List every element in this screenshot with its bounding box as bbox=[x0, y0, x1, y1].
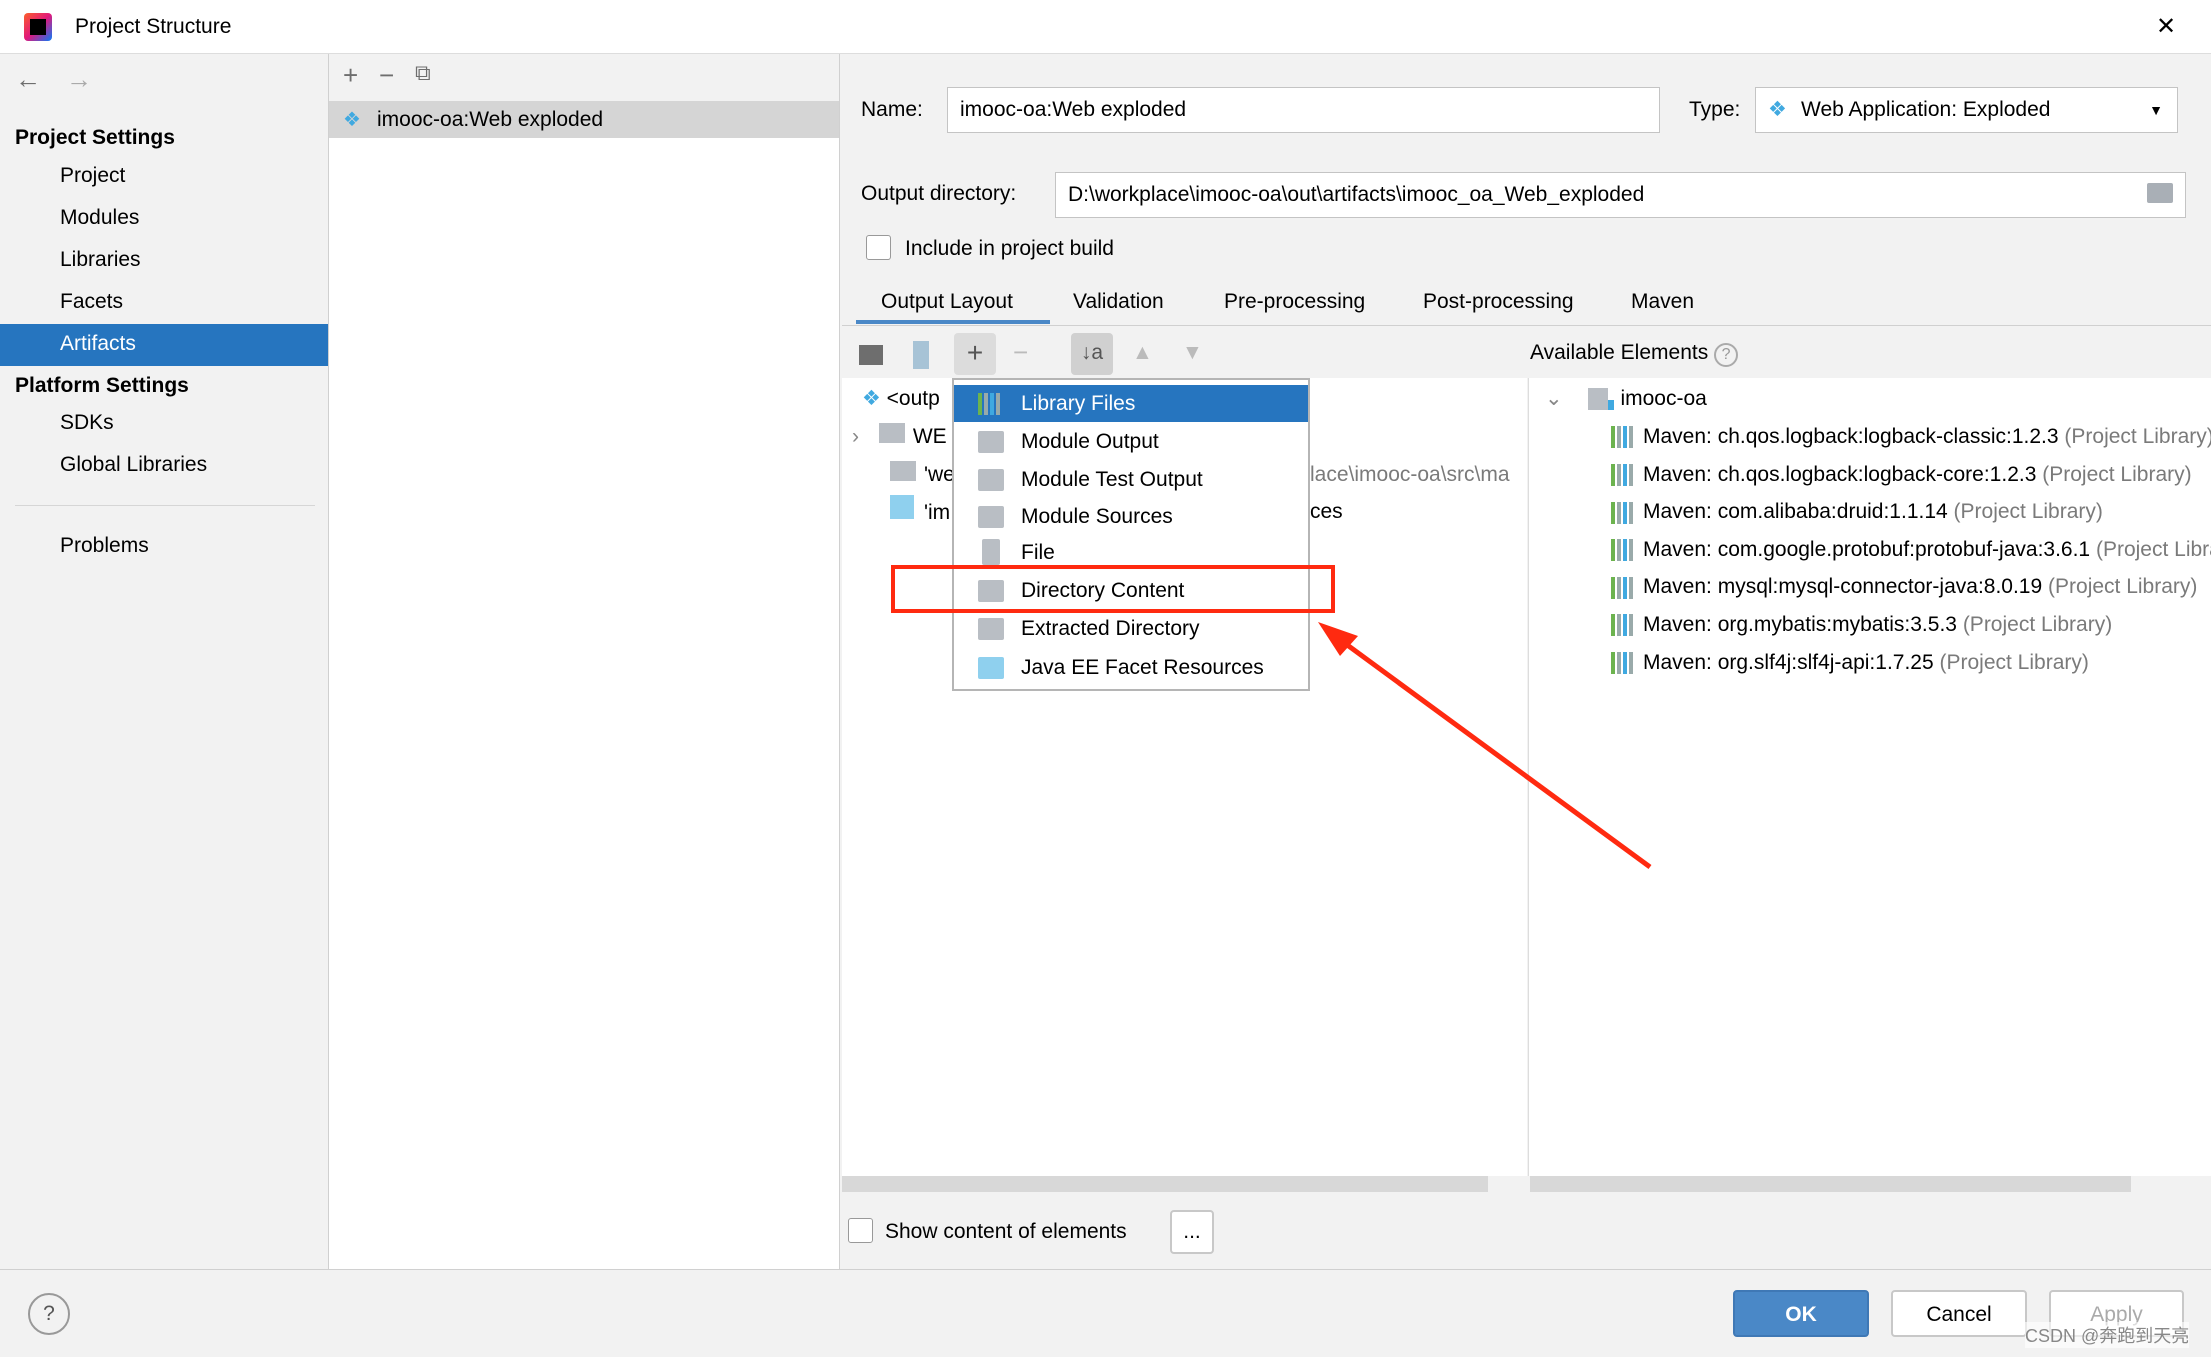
help-button[interactable]: ? bbox=[28, 1293, 70, 1335]
show-content-checkbox[interactable] bbox=[848, 1218, 873, 1243]
cancel-button[interactable]: Cancel bbox=[1891, 1290, 2027, 1337]
layout-horizontal-scrollbar[interactable] bbox=[842, 1176, 1488, 1192]
available-horizontal-scrollbar[interactable] bbox=[1530, 1176, 2131, 1192]
annotation-arrow bbox=[1318, 622, 1652, 870]
csdn-watermark: CSDN @奔跑到天亮 bbox=[2025, 1322, 2190, 1348]
ok-button[interactable]: OK bbox=[1733, 1290, 1869, 1337]
show-content-label: Show content of elements bbox=[885, 1220, 1127, 1243]
footer-divider bbox=[0, 1269, 2211, 1270]
show-content-options-button[interactable]: ... bbox=[1170, 1210, 1214, 1254]
